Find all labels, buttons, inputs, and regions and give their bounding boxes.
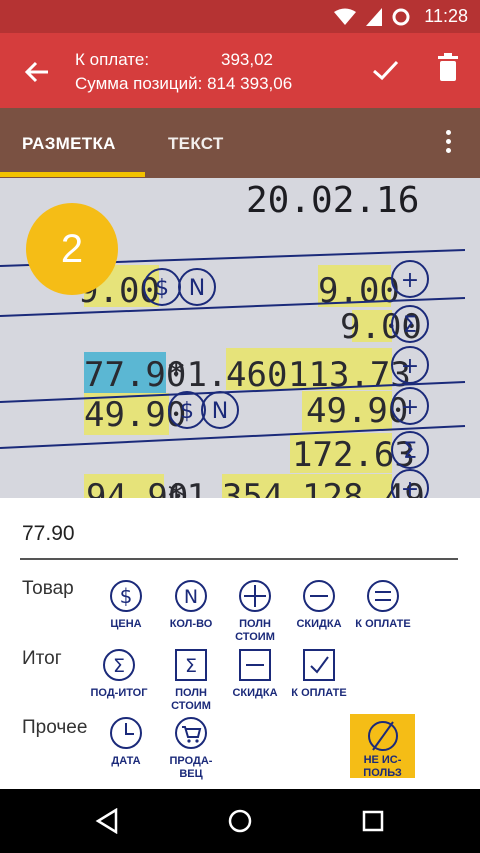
svg-text:Σ: Σ (185, 655, 197, 677)
status-time: 11:28 (424, 6, 468, 26)
group-label-other: Прочее (22, 717, 88, 738)
group-label-goods: Товар (22, 578, 74, 599)
svg-text:N: N (189, 276, 205, 301)
date-button[interactable]: ДАТА (89, 715, 163, 768)
button-label: СКИДКА (296, 618, 342, 630)
due-label: К оплате: (75, 50, 150, 69)
receipt-line: 9.00 (318, 271, 400, 311)
not-used-button[interactable]: НЕ ИС- ПОЛЬЗ (350, 714, 415, 779)
button-label: КОЛ-ВО (169, 618, 213, 630)
tab-bar: РАЗМЕТКА ТЕКСТ (0, 108, 480, 178)
clock-icon (110, 717, 142, 749)
wifi-icon (334, 8, 357, 25)
check-square-icon (303, 649, 335, 681)
svg-text:N: N (212, 399, 228, 424)
tab-text[interactable]: ТЕКСТ (168, 134, 224, 154)
button-label: К ОПЛАТЕ (291, 687, 347, 699)
button-label: ЦЕНА (110, 618, 142, 630)
seller-button[interactable]: ПРОДА- ВЕЦ (154, 715, 228, 781)
button-label: ПОД-ИТОГ (90, 687, 148, 699)
markup-panel: 77.90 Товар Итог Прочее $ ЦЕНА N КОЛ-ВО … (0, 498, 480, 789)
receipt-line: *1 (166, 477, 207, 498)
receipt-line: 460 (226, 355, 287, 395)
svg-text:Σ: Σ (403, 439, 417, 464)
tab-markup[interactable]: РАЗМЕТКА (22, 134, 116, 154)
overflow-menu-icon[interactable] (440, 130, 456, 156)
n-circle-icon: N (175, 580, 207, 612)
svg-text:+: + (401, 477, 419, 498)
minus-square-icon (239, 649, 271, 681)
svg-text:$: $ (180, 399, 194, 424)
button-label: НЕ ИС- ПОЛЬЗ (363, 754, 402, 779)
receipt-line: 172.63 (292, 435, 415, 475)
active-tab-indicator (0, 172, 145, 177)
items-sum-label: Сумма позиций: (75, 74, 203, 93)
total-full-cost-button[interactable]: Σ ПОЛН СТОИМ (154, 647, 228, 713)
value-underline (20, 558, 458, 560)
items-sum-value: 814 393,06 (207, 74, 293, 93)
trash-icon[interactable] (436, 53, 460, 83)
status-bar: 11:28 (0, 0, 480, 33)
svg-text:Σ: Σ (403, 313, 417, 338)
nav-back-icon[interactable] (95, 808, 119, 834)
button-label: ПОЛН СТОИМ (235, 618, 275, 643)
svg-text:$: $ (120, 584, 133, 608)
dollar-circle-icon: $ (110, 580, 142, 612)
system-nav-bar (0, 789, 480, 853)
back-arrow-icon[interactable] (22, 57, 52, 87)
button-label: ДАТА (111, 755, 141, 767)
cart-icon (175, 717, 207, 749)
receipt-image[interactable]: 20.02.16 9.00 9.00 9.00 77.90 *1. 460 11… (0, 178, 480, 498)
subtotal-button[interactable]: Σ ПОД-ИТОГ (82, 647, 156, 700)
nav-recents-icon[interactable] (362, 810, 384, 832)
signal-icon (366, 7, 383, 26)
price-button[interactable]: $ ЦЕНА (89, 578, 163, 631)
quantity-button[interactable]: N КОЛ-ВО (154, 578, 228, 631)
svg-text:Σ: Σ (113, 655, 125, 677)
sigma-square-icon: Σ (175, 649, 207, 681)
receipt-line: 354 (222, 477, 283, 498)
battery-ring-icon (392, 8, 410, 25)
selected-value[interactable]: 77.90 (22, 522, 75, 546)
minus-circle-icon (303, 580, 335, 612)
button-label: К ОПЛАТЕ (355, 618, 411, 630)
nav-home-icon[interactable] (228, 809, 252, 833)
button-label: СКИДКА (232, 687, 278, 699)
group-label-total: Итог (22, 648, 62, 669)
svg-text:+: + (401, 354, 419, 379)
total-discount-button[interactable]: СКИДКА (218, 647, 292, 700)
svg-text:+: + (401, 268, 419, 293)
page-number-badge: 2 (26, 203, 118, 295)
receipt-date: 20.02.16 (246, 180, 419, 221)
button-label: ПОЛН СТОИМ (171, 687, 211, 712)
svg-text:+: + (401, 395, 419, 420)
svg-text:$: $ (155, 276, 169, 301)
equals-circle-icon (367, 580, 399, 612)
svg-text:N: N (184, 586, 198, 608)
app-bar: К оплате: 393,02 Сумма позиций: 814 393,… (0, 33, 480, 108)
total-to-pay-button[interactable]: К ОПЛАТЕ (282, 647, 356, 700)
check-icon[interactable] (370, 55, 400, 85)
plus-circle-icon (239, 580, 271, 612)
button-label: ПРОДА- ВЕЦ (169, 755, 213, 780)
receipt-line: *1. (166, 355, 227, 395)
sigma-circle-icon: Σ (103, 649, 135, 681)
to-pay-button[interactable]: К ОПЛАТЕ (346, 578, 420, 631)
full-cost-button[interactable]: ПОЛН СТОИМ (218, 578, 292, 644)
discount-button[interactable]: СКИДКА (282, 578, 356, 631)
due-value: 393,02 (221, 50, 273, 69)
not-used-icon (367, 721, 398, 751)
sum-block: К оплате: 393,02 Сумма позиций: 814 393,… (75, 48, 292, 96)
